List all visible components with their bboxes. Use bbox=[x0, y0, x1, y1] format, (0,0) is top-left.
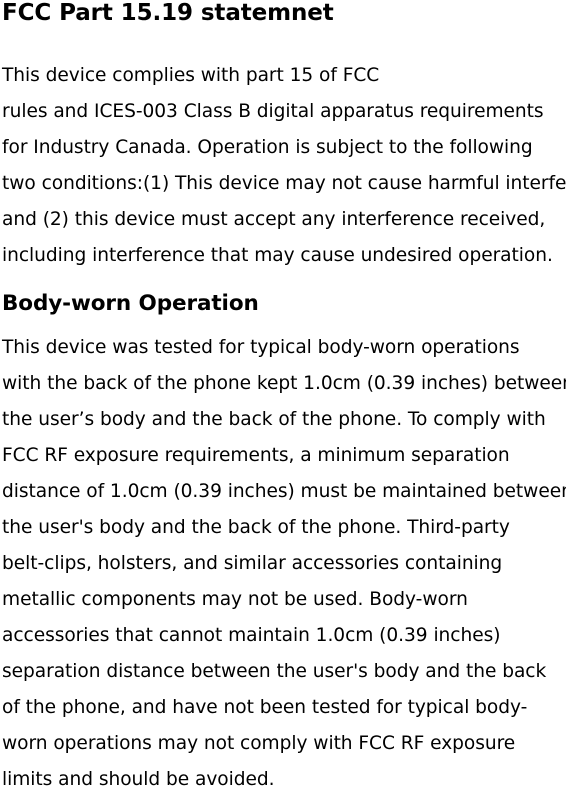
text-line: distance of 1.0cm (0.39 inches) must be … bbox=[2, 481, 566, 502]
page-title: FCC Part 15.19 statemnet bbox=[2, 0, 334, 26]
text-line: This device complies with part 15 of FCC bbox=[2, 65, 380, 86]
text-line: the user’s body and the back of the phon… bbox=[2, 409, 546, 430]
text-line: accessories that cannot maintain 1.0cm (… bbox=[2, 625, 501, 646]
text-line: metallic components may not be used. Bod… bbox=[2, 589, 468, 610]
text-line: belt-clips, holsters, and similar access… bbox=[2, 553, 503, 574]
text-line: for Industry Canada. Operation is subjec… bbox=[2, 137, 533, 158]
text-line: rules and ICES-003 Class B digital appar… bbox=[2, 101, 544, 122]
text-line: limits and should be avoided. bbox=[2, 769, 275, 790]
text-line: FCC RF exposure requirements, a minimum … bbox=[2, 445, 510, 466]
text-line: worn operations may not comply with FCC … bbox=[2, 733, 516, 754]
text-line: with the back of the phone kept 1.0cm (0… bbox=[2, 373, 566, 394]
text-line: This device was tested for typical body-… bbox=[2, 337, 520, 358]
document-page: FCC Part 15.19 statemnet This device com… bbox=[0, 0, 566, 807]
text-line: the user's body and the back of the phon… bbox=[2, 517, 510, 538]
text-line: including interference that may cause un… bbox=[2, 245, 553, 266]
text-line: two conditions:(1) This device may not c… bbox=[2, 173, 566, 194]
section-heading-body-worn-operation: Body-worn Operation bbox=[2, 291, 259, 316]
text-line: separation distance between the user's b… bbox=[2, 661, 547, 682]
fcc-statement-paragraph: This device complies with part 15 of FCC… bbox=[0, 58, 566, 274]
text-line: and (2) this device must accept any inte… bbox=[2, 209, 546, 230]
text-line: of the phone, and have not been tested f… bbox=[2, 697, 528, 718]
body-worn-paragraph: This device was tested for typical body-… bbox=[0, 330, 566, 798]
